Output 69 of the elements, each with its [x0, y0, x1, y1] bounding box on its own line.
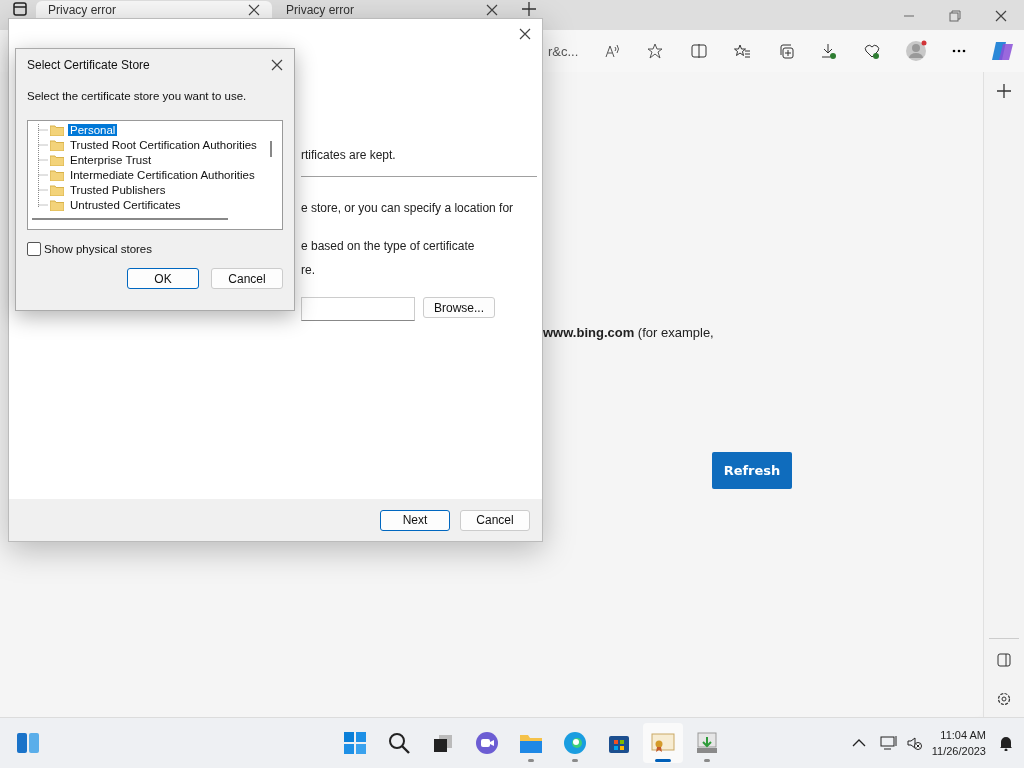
task-view-icon[interactable] — [432, 732, 454, 754]
chat-icon[interactable] — [475, 731, 499, 755]
widgets-icon[interactable] — [16, 732, 40, 754]
wizard-button[interactable]: Next — [380, 509, 450, 531]
store-item[interactable]: Trusted Publishers — [68, 183, 168, 196]
chevron-up-icon[interactable] — [851, 738, 866, 748]
volume-muted-icon[interactable] — [905, 735, 922, 751]
folder-icon — [50, 183, 64, 196]
store-item[interactable]: Untrusted Certificates — [68, 198, 183, 211]
checkbox[interactable] — [27, 242, 41, 256]
split-screen-icon[interactable] — [690, 43, 707, 59]
folder-icon — [50, 138, 64, 151]
horizontal-scrollbar-thumb[interactable] — [32, 218, 228, 220]
clock-date[interactable]: 11/26/2023 — [931, 743, 986, 759]
certificate-icon[interactable] — [651, 733, 675, 753]
installer-icon[interactable] — [695, 731, 719, 755]
downloads-icon[interactable] — [820, 43, 837, 59]
store-item[interactable]: Personal — [68, 123, 118, 136]
dialog-button[interactable]: Cancel — [211, 268, 283, 289]
folder-icon[interactable] — [519, 732, 543, 754]
store-item[interactable]: Trusted Root Certification Authorities — [68, 138, 259, 151]
browse-button[interactable]: Browse... — [423, 297, 495, 318]
profile-avatar-icon[interactable] — [904, 40, 927, 62]
page-text: www.bing.com (for example, — [543, 325, 715, 340]
path-input-field[interactable] — [301, 297, 415, 321]
close-icon[interactable] — [271, 59, 283, 71]
dialog-button[interactable]: OK — [127, 268, 199, 289]
refresh-button[interactable]: Refresh — [712, 452, 792, 489]
wizard-text: e store, or you can specify a location for — [301, 201, 515, 215]
star-icon[interactable] — [647, 43, 664, 59]
windows-logo-icon[interactable] — [343, 731, 367, 755]
address-text[interactable]: r&c... — [548, 43, 591, 59]
heart-pulse-icon[interactable] — [864, 43, 881, 59]
notification-bell-icon[interactable] — [998, 735, 1014, 751]
folder-icon — [50, 198, 64, 211]
add-icon[interactable] — [997, 84, 1011, 98]
close-window-icon[interactable] — [995, 10, 1007, 22]
sidebar-panel-icon[interactable] — [997, 653, 1011, 667]
browser-tab[interactable]: Privacy error — [274, 1, 510, 18]
checkbox-label[interactable]: Show physical stores — [44, 243, 153, 255]
folder-icon — [50, 153, 64, 166]
vertical-scrollbar-thumb[interactable] — [270, 141, 272, 157]
wizard-text: e based on the type of certificate — [301, 239, 476, 253]
folder-icon — [50, 123, 64, 136]
close-icon[interactable] — [248, 3, 260, 16]
browser-tab[interactable]: Privacy error — [36, 1, 272, 18]
dialog-title: Select Certificate Store — [27, 58, 150, 72]
collections-icon[interactable] — [777, 43, 794, 59]
folder-icon — [50, 168, 64, 181]
store-item[interactable]: Intermediate Certification Authorities — [68, 168, 257, 181]
network-icon[interactable] — [879, 735, 898, 751]
wizard-button[interactable]: Cancel — [460, 509, 530, 531]
clock-time[interactable]: 11:04 AM — [940, 727, 986, 743]
settings-icon[interactable] — [996, 691, 1012, 707]
favorites-icon[interactable] — [734, 43, 751, 59]
wizard-text: re. — [301, 263, 316, 277]
search-icon[interactable] — [388, 732, 410, 754]
restore-icon[interactable] — [949, 10, 961, 22]
copilot-icon[interactable] — [991, 40, 1014, 62]
taskbar-app[interactable] — [643, 723, 683, 763]
read-aloud-icon[interactable] — [604, 43, 621, 59]
dialog-prompt: Select the certificate store you want to use. — [27, 90, 248, 102]
close-icon[interactable] — [486, 3, 498, 16]
store-item[interactable]: Enterprise Trust — [68, 153, 154, 166]
new-tab-icon[interactable] — [522, 2, 536, 16]
tab-actions-icon[interactable] — [12, 1, 28, 17]
wizard-text: rtificates are kept. — [301, 148, 397, 162]
edge-browser-icon[interactable] — [563, 731, 587, 755]
close-icon[interactable] — [519, 28, 531, 40]
